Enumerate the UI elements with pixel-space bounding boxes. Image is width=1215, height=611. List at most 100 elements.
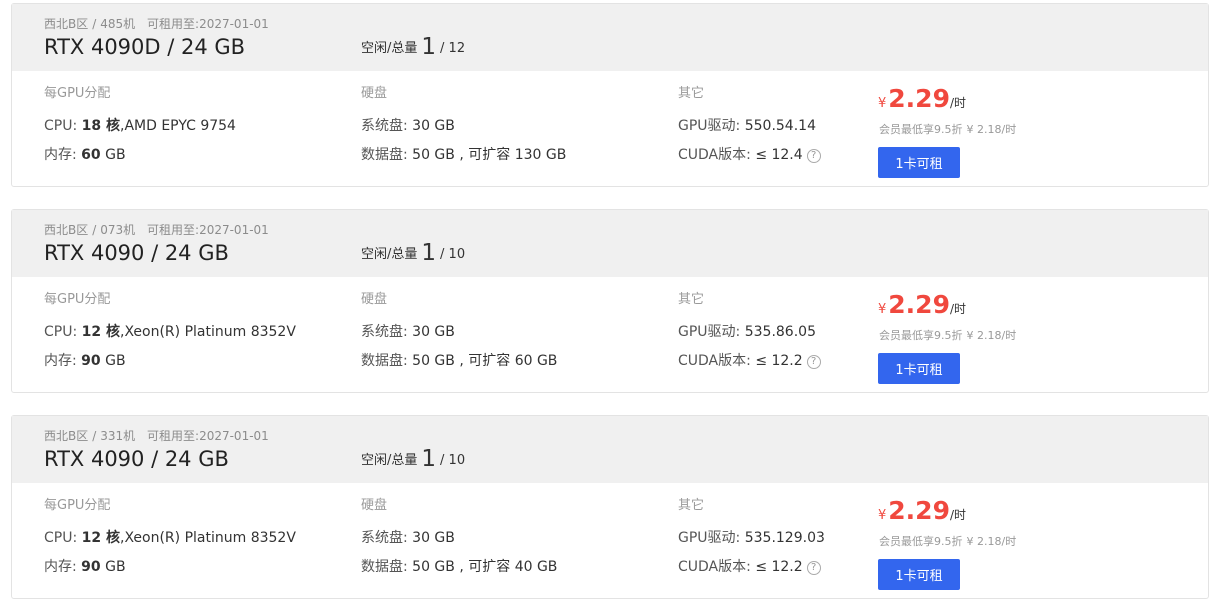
machine-label: 331机 (100, 429, 136, 443)
gpu-instance-card: 西北B区/331机 可租用至:2027-01-01 RTX 4090 / 24 … (11, 415, 1209, 599)
cuda-row: CUDA版本: ≤ 12.4? (678, 144, 821, 164)
per-gpu-header: 每GPU分配 (44, 86, 111, 101)
gpu-instance-card: 西北B区/073机 可租用至:2027-01-01 RTX 4090 / 24 … (11, 209, 1209, 393)
rentable-label: 可租用至: (147, 17, 200, 31)
cpu-row: CPU: 18 核,AMD EPYC 9754 (44, 115, 236, 135)
meta-separator: / (92, 429, 97, 443)
memory-row: 内存: 90 GB (44, 350, 126, 370)
price-value: 2.29 (888, 290, 950, 319)
total-count: / 10 (440, 453, 466, 468)
memory-label: 内存: (44, 147, 77, 163)
rentable-date: 2027-01-01 (199, 17, 269, 31)
total-count: / 12 (440, 41, 466, 56)
free-count: 1 (421, 34, 437, 60)
memory-unit: GB (105, 559, 126, 575)
card-header: 西北B区/331机 可租用至:2027-01-01 RTX 4090 / 24 … (12, 416, 1208, 483)
data-disk-value: 50 GB , 可扩容 130 GB (412, 147, 567, 163)
memory-label: 内存: (44, 353, 77, 369)
rentable-label: 可租用至: (147, 429, 200, 443)
member-discount: 会员最低享9.5折 ¥ 2.18/时 (879, 121, 1016, 137)
question-circle-icon[interactable]: ? (806, 355, 821, 369)
cuda-value: ≤ 12.4 (755, 147, 803, 163)
member-discount-text: 会员最低享9.5折 (879, 535, 963, 548)
memory-unit: GB (105, 353, 126, 369)
question-circle-icon[interactable]: ? (806, 149, 821, 163)
availability: 空闲/总量 1/ 12 (361, 34, 465, 60)
question-circle-icon[interactable]: ? (806, 561, 821, 575)
card-header: 西北B区/485机 可租用至:2027-01-01 RTX 4090D / 24… (12, 4, 1208, 71)
data-disk-label: 数据盘: (361, 559, 408, 575)
cpu-cores: 18 核 (81, 118, 120, 134)
region-label: 西北B区 (44, 429, 89, 443)
cuda-row: CUDA版本: ≤ 12.2? (678, 350, 821, 370)
other-header: 其它 (678, 292, 705, 307)
memory-value: 60 (81, 147, 101, 163)
machine-label: 073机 (100, 223, 136, 237)
disk-header: 硬盘 (361, 86, 388, 101)
gpu-driver-row: GPU驱动: 535.129.03 (678, 527, 825, 547)
rentable-label: 可租用至: (147, 223, 200, 237)
gpu-driver-value: 535.129.03 (744, 530, 825, 546)
price-currency: ¥ (878, 96, 887, 111)
gpu-driver-value: 535.86.05 (744, 324, 816, 340)
availability: 空闲/总量 1/ 10 (361, 240, 465, 266)
data-disk-value: 50 GB , 可扩容 60 GB (412, 353, 558, 369)
gpu-driver-row: GPU驱动: 535.86.05 (678, 321, 816, 341)
data-disk-value: 50 GB , 可扩容 40 GB (412, 559, 558, 575)
data-disk-label: 数据盘: (361, 353, 408, 369)
instance-meta: 西北B区/073机 可租用至:2027-01-01 (44, 221, 269, 238)
member-discount-text: 会员最低享9.5折 (879, 123, 963, 136)
gpu-title: RTX 4090D / 24 GB (44, 35, 246, 59)
system-disk-value: 30 GB (412, 118, 455, 134)
price: ¥2.29/时 (878, 84, 966, 113)
gpu-driver-label: GPU驱动: (678, 530, 741, 546)
rent-button[interactable]: 1卡可租 (878, 559, 960, 590)
cpu-row: CPU: 12 核,Xeon(R) Platinum 8352V (44, 527, 296, 547)
data-disk-row: 数据盘: 50 GB , 可扩容 40 GB (361, 556, 557, 576)
memory-label: 内存: (44, 559, 77, 575)
availability-label: 空闲/总量 (361, 247, 418, 262)
cuda-label: CUDA版本: (678, 559, 751, 575)
data-disk-label: 数据盘: (361, 147, 408, 163)
instance-meta: 西北B区/331机 可租用至:2027-01-01 (44, 427, 269, 444)
cpu-model: ,Xeon(R) Platinum 8352V (120, 530, 296, 546)
data-disk-row: 数据盘: 50 GB , 可扩容 130 GB (361, 144, 566, 164)
system-disk-row: 系统盘: 30 GB (361, 527, 455, 547)
memory-row: 内存: 90 GB (44, 556, 126, 576)
member-price: ¥ 2.18/时 (966, 535, 1017, 548)
price: ¥2.29/时 (878, 496, 966, 525)
cpu-model: ,Xeon(R) Platinum 8352V (120, 324, 296, 340)
rent-button[interactable]: 1卡可租 (878, 353, 960, 384)
member-price: ¥ 2.18/时 (966, 329, 1017, 342)
card-header: 西北B区/073机 可租用至:2027-01-01 RTX 4090 / 24 … (12, 210, 1208, 277)
instance-meta: 西北B区/485机 可租用至:2027-01-01 (44, 15, 269, 32)
other-header: 其它 (678, 86, 705, 101)
availability-label: 空闲/总量 (361, 41, 418, 56)
gpu-title: RTX 4090 / 24 GB (44, 447, 229, 471)
system-disk-row: 系统盘: 30 GB (361, 115, 455, 135)
memory-value: 90 (81, 559, 101, 575)
per-gpu-header: 每GPU分配 (44, 292, 111, 307)
gpu-driver-label: GPU驱动: (678, 324, 741, 340)
price: ¥2.29/时 (878, 290, 966, 319)
cpu-label: CPU: (44, 530, 78, 546)
rent-button[interactable]: 1卡可租 (878, 147, 960, 178)
price-currency: ¥ (878, 508, 887, 523)
cuda-value: ≤ 12.2 (755, 559, 803, 575)
gpu-driver-label: GPU驱动: (678, 118, 741, 134)
availability-label: 空闲/总量 (361, 453, 418, 468)
disk-header: 硬盘 (361, 292, 388, 307)
data-disk-row: 数据盘: 50 GB , 可扩容 60 GB (361, 350, 557, 370)
price-unit: /时 (949, 96, 967, 110)
system-disk-row: 系统盘: 30 GB (361, 321, 455, 341)
cuda-label: CUDA版本: (678, 147, 751, 163)
cuda-label: CUDA版本: (678, 353, 751, 369)
member-price: ¥ 2.18/时 (966, 123, 1017, 136)
price-value: 2.29 (888, 496, 950, 525)
gpu-instance-card: 西北B区/485机 可租用至:2027-01-01 RTX 4090D / 24… (11, 3, 1209, 187)
cpu-row: CPU: 12 核,Xeon(R) Platinum 8352V (44, 321, 296, 341)
member-discount: 会员最低享9.5折 ¥ 2.18/时 (879, 327, 1016, 343)
gpu-title: RTX 4090 / 24 GB (44, 241, 229, 265)
per-gpu-header: 每GPU分配 (44, 498, 111, 513)
cpu-label: CPU: (44, 118, 78, 134)
